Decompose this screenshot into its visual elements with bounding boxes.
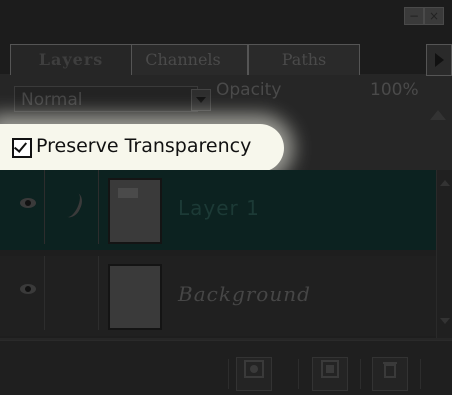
- opacity-value[interactable]: 100%: [370, 80, 419, 100]
- layer-name: Background: [178, 282, 311, 306]
- toolbar-divider: [360, 359, 361, 389]
- new-layer-icon: [321, 360, 339, 378]
- thumbnail-content: [118, 188, 138, 198]
- layer-name: Layer 1: [178, 196, 260, 220]
- layers-list: Layer 1 Background: [0, 170, 436, 338]
- toolbar-divider: [298, 359, 299, 389]
- tab-layers[interactable]: Layers: [10, 44, 132, 75]
- scroll-down-icon[interactable]: [440, 318, 450, 324]
- close-button[interactable]: ×: [424, 7, 444, 25]
- layers-scrollbar[interactable]: [436, 170, 452, 338]
- chevron-down-icon[interactable]: [191, 89, 211, 111]
- delete-layer-button[interactable]: [372, 357, 408, 391]
- brush-column[interactable]: [54, 170, 99, 244]
- tab-strip: Channels Paths Layers: [0, 30, 452, 76]
- minimize-button[interactable]: −: [404, 7, 424, 25]
- visibility-toggle[interactable]: [14, 170, 45, 244]
- eye-icon: [20, 198, 36, 208]
- preserve-transparency-label[interactable]: Preserve Transparency: [36, 135, 251, 157]
- title-bar: − ×: [0, 0, 452, 31]
- layer-row[interactable]: Background: [0, 256, 436, 336]
- panel-menu-arrow-icon[interactable]: [426, 44, 452, 76]
- opacity-slider-icon[interactable]: [430, 110, 446, 120]
- trash-icon: [383, 362, 397, 378]
- layer-thumbnail: [108, 178, 162, 244]
- brush-icon: [59, 189, 86, 221]
- new-layer-button[interactable]: [312, 357, 348, 391]
- preserve-transparency-checkbox[interactable]: [12, 138, 32, 158]
- opacity-label: Opacity: [216, 80, 282, 100]
- mask-icon: [244, 360, 264, 378]
- tab-channels[interactable]: Channels: [118, 44, 248, 75]
- blend-mode-select[interactable]: Normal: [14, 86, 211, 112]
- blend-opacity-row: Normal Opacity 100%: [0, 74, 452, 126]
- tab-paths[interactable]: Paths: [248, 44, 360, 75]
- link-column[interactable]: [54, 256, 99, 330]
- blend-mode-value: Normal: [21, 90, 83, 110]
- toolbar-divider: [420, 359, 421, 389]
- scroll-up-icon[interactable]: [440, 180, 450, 186]
- layer-thumbnail: [108, 264, 162, 330]
- eye-icon: [20, 284, 36, 294]
- bottom-toolbar: [0, 340, 452, 395]
- layers-panel: − × Channels Paths Layers Normal Opacity…: [0, 0, 452, 395]
- visibility-toggle[interactable]: [14, 256, 45, 330]
- layer-row[interactable]: Layer 1: [0, 170, 436, 250]
- mask-button[interactable]: [236, 357, 272, 391]
- preserve-transparency-highlight: Preserve Transparency: [0, 124, 284, 172]
- toolbar-divider: [228, 359, 229, 389]
